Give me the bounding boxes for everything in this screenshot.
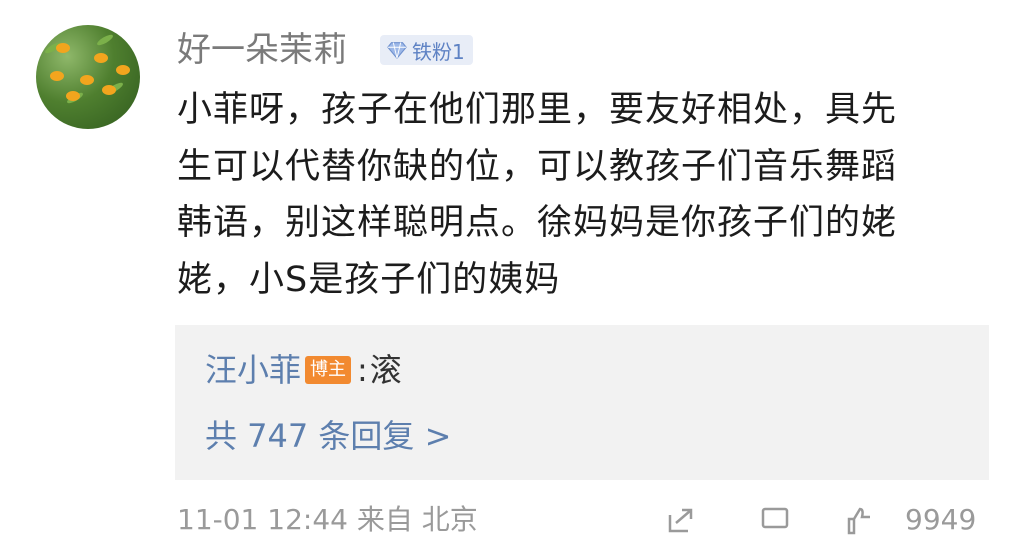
view-replies-link[interactable]: 共 747 条回复 > <box>205 413 451 459</box>
reply-box[interactable]: 汪小菲 博主 : 滚 共 747 条回复 > <box>175 325 989 480</box>
diamond-icon <box>387 42 407 60</box>
share-icon[interactable] <box>666 505 696 535</box>
comment-author[interactable]: 好一朵茉莉 <box>177 26 347 74</box>
reply-line: 汪小菲 博主 : 滚 <box>205 347 402 393</box>
comment-line: 姥，小S是孩子们的姨妈 <box>177 259 561 300</box>
comment-icon[interactable] <box>760 505 790 535</box>
like-count: 9949 <box>905 503 977 536</box>
avatar[interactable] <box>36 25 140 129</box>
reply-colon: : <box>357 351 368 389</box>
reply-text: 滚 <box>369 351 402 389</box>
comment-line: 生可以代替你缺的位，可以教孩子们音乐舞蹈 <box>177 146 898 187</box>
fan-badge: 铁粉1 <box>380 35 473 65</box>
like-icon[interactable] <box>845 505 875 535</box>
fan-badge-label: 铁粉1 <box>412 39 465 64</box>
reply-author[interactable]: 汪小菲 <box>205 347 301 393</box>
host-badge: 博主 <box>305 356 352 384</box>
comment-line: 韩语，别这样聪明点。徐妈妈是你孩子们的姥 <box>177 203 898 243</box>
comment-meta: 11-01 12:44 来自 北京 <box>177 503 478 536</box>
comment-line: 小菲呀，孩子在他们那里，要友好相处，具先 <box>177 90 898 130</box>
comment-text: 小菲呀，孩子在他们那里，要友好相处，具先 生可以代替你缺的位，可以教孩子们音乐舞… <box>177 82 977 308</box>
